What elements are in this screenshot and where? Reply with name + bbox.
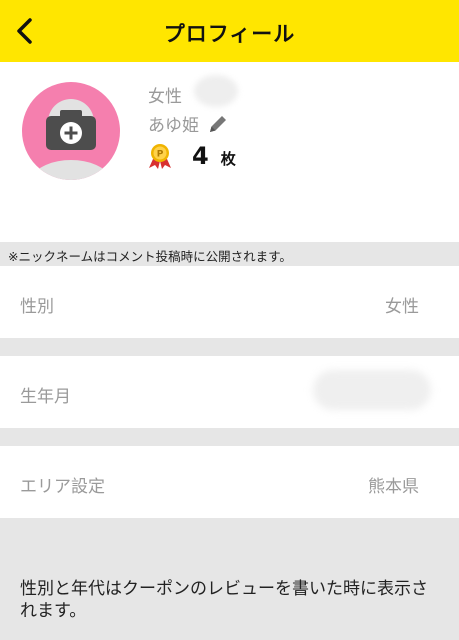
- coupon-count: 4: [192, 142, 209, 170]
- section-divider: [0, 428, 459, 446]
- field-label: 性別: [20, 297, 54, 317]
- coupon-unit: 枚: [220, 149, 236, 168]
- field-value: 熊本県: [368, 477, 419, 497]
- nickname-row: あゆ姫: [148, 111, 229, 136]
- footer-note: 性別と年代はクーポンのレビューを書いた時に表示されます。: [20, 579, 428, 621]
- field-label: エリア設定: [20, 477, 105, 497]
- footer-note-area: 性別と年代はクーポンのレビューを書いた時に表示されます。: [0, 518, 459, 640]
- page-title: プロフィール: [163, 22, 296, 46]
- svg-text:P: P: [157, 150, 164, 160]
- field-label: 生年月: [20, 387, 71, 407]
- nickname-notice: ※ニックネームはコメント投稿時に公開されます。: [0, 242, 459, 266]
- coupon-count-row: P 4 枚: [146, 142, 236, 170]
- nickname-text: あゆ姫: [148, 116, 199, 136]
- pencil-icon: [210, 115, 226, 132]
- add-photo-icon: [29, 99, 113, 180]
- birth-month-field-row[interactable]: 生年月: [0, 356, 459, 428]
- avatar-photo-button[interactable]: [22, 82, 120, 180]
- obscured-birth-value: [313, 370, 431, 410]
- notice-text: ※ニックネームはコメント投稿時に公開されます。: [8, 249, 292, 264]
- gender-field-row[interactable]: 性別 女性: [0, 266, 459, 338]
- medal-icon: P: [149, 144, 171, 169]
- field-value: 女性: [385, 297, 419, 317]
- gender-text: 女性: [148, 87, 182, 107]
- obscured-region: [194, 75, 238, 107]
- header-bar: プロフィール: [0, 0, 459, 62]
- section-divider: [0, 338, 459, 356]
- area-field-row[interactable]: エリア設定 熊本県: [0, 446, 459, 518]
- edit-nickname-button[interactable]: [207, 113, 229, 135]
